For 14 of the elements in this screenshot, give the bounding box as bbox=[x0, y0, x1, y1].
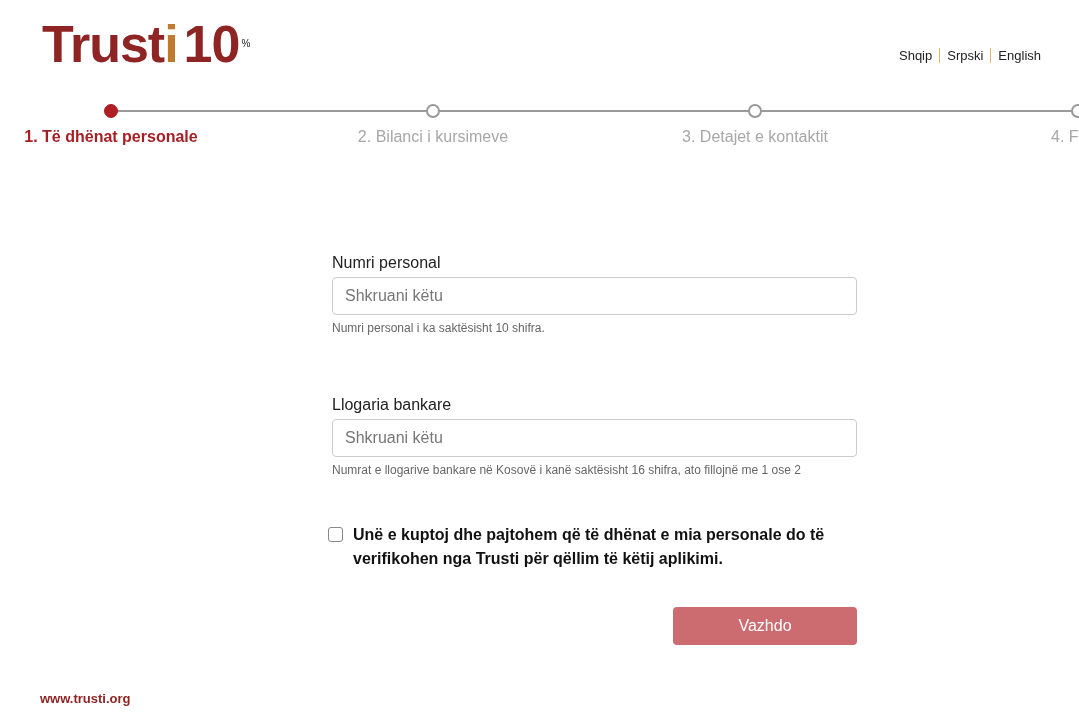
input-field[interactable]: Shkruani këtu bbox=[332, 419, 857, 457]
field-label: Numri personal bbox=[332, 254, 442, 272]
consent-text: Unë e kuptoj dhe pajtohem që të dhënat e mia personale do të verifikohen nga Trusti për qëllim të këtij aplikimi. bbox=[353, 525, 826, 569]
language-link[interactable]: English bbox=[998, 48, 1041, 63]
website-link[interactable]: www.trusti.org bbox=[40, 691, 131, 706]
input-field[interactable]: Shkruani këtu bbox=[332, 277, 857, 315]
help-text: Numrat e llogarive bankare në Kosovë i kanë saktësisht 16 shifra, ato fillojnë me 1 ose 2 bbox=[332, 463, 802, 477]
language-link[interactable]: Shqip bbox=[899, 48, 933, 63]
step-label[interactable]: 1. Të dhënat personale bbox=[24, 128, 198, 146]
checkbox[interactable] bbox=[328, 527, 343, 542]
field-label: Llogaria bankare bbox=[332, 396, 453, 414]
help-text: Numri personal i ka saktësisht 10 shifra. bbox=[332, 321, 546, 335]
language-link[interactable]: Srpski bbox=[947, 48, 984, 63]
logo: Trusti 10% bbox=[42, 18, 250, 70]
